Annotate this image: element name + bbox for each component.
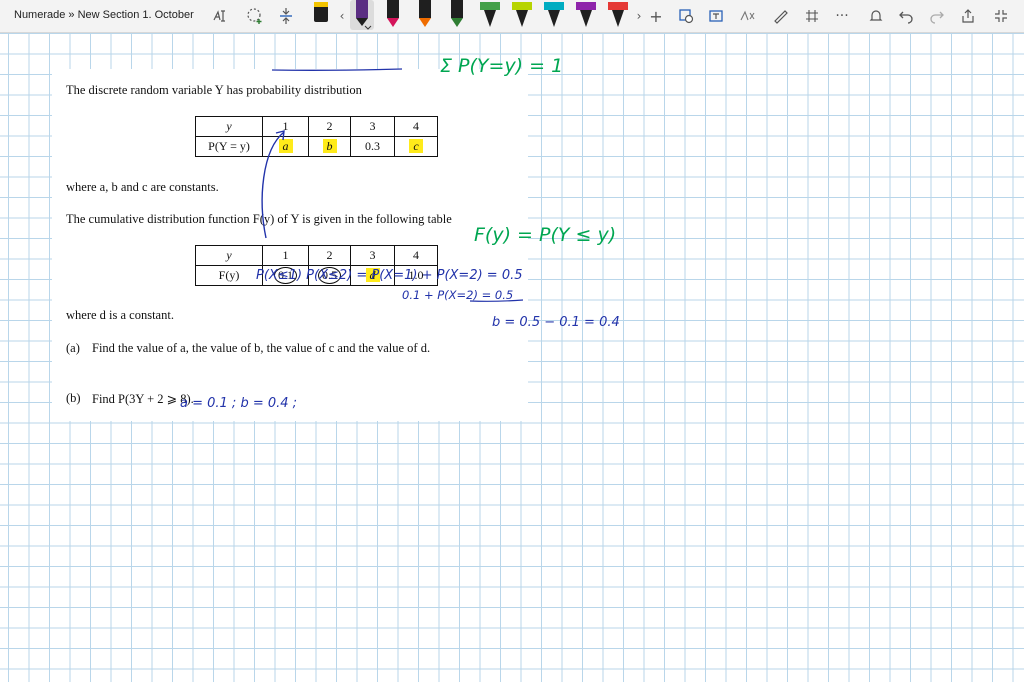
add-space-icon[interactable]: [276, 6, 296, 26]
part-a-label: (a): [66, 341, 80, 355]
cdf-intro: The cumulative distribution function F(y…: [66, 212, 452, 226]
table2-header-4: 4: [394, 245, 438, 266]
table1-header-y: y: [195, 116, 263, 137]
notification-bell-icon[interactable]: [866, 6, 886, 26]
table2-header-2: 2: [308, 245, 351, 266]
pen-green-icon[interactable]: [445, 0, 469, 30]
add-pen-icon[interactable]: +: [646, 6, 666, 26]
d-note: where d is a constant.: [66, 308, 174, 322]
lasso-select-icon[interactable]: [245, 6, 265, 26]
ribbon-toolbar: Numerade » New Section 1. October ‹ › +: [0, 0, 1024, 33]
replay-grid-icon[interactable]: [802, 6, 822, 26]
redo-icon[interactable]: [927, 6, 947, 26]
table2-value-4: 1.0: [394, 265, 438, 286]
share-icon[interactable]: [958, 6, 978, 26]
chevron-left-icon[interactable]: ‹: [332, 6, 352, 26]
table2-value-d: d: [365, 268, 380, 282]
pen-orange-icon[interactable]: [413, 0, 437, 30]
ruler-icon[interactable]: [770, 6, 790, 26]
notebook-grid-canvas[interactable]: The discrete random variable Y has proba…: [0, 33, 1024, 682]
table1-row-label: P(Y = y): [195, 136, 263, 157]
undo-icon[interactable]: [896, 6, 916, 26]
part-a-text: Find the value of a, the value of b, the…: [92, 341, 431, 355]
highlighter-red-icon[interactable]: [606, 0, 630, 30]
highlighter-green-icon[interactable]: [478, 0, 502, 30]
part-b-label: (b): [66, 391, 81, 405]
table1-header-2: 2: [308, 116, 351, 137]
table1-header-3: 3: [350, 116, 395, 137]
table1-value-c: c: [409, 139, 423, 153]
cdf-table: y 1 2 3 4 F(y) 0.1 0.5 d 1.0: [195, 245, 438, 286]
table1-value-b: b: [322, 139, 337, 153]
more-options-icon[interactable]: ···: [832, 6, 852, 26]
pen-purple-selected-icon[interactable]: [350, 0, 374, 30]
highlighter-cyan-icon[interactable]: [542, 0, 566, 30]
highlighter-lime-icon[interactable]: [510, 0, 534, 30]
probability-table: y 1 2 3 4 P(Y = y) a b 0.3 c: [195, 116, 438, 157]
lasso-text-select-icon[interactable]: [211, 6, 231, 26]
table2-value-2: 0.5: [318, 267, 341, 284]
pen-black-icon[interactable]: [309, 0, 333, 30]
table2-header-y: y: [195, 245, 263, 266]
table1-header-1: 1: [262, 116, 309, 137]
part-b-text: Find P(3Y + 2 ⩾ 8).: [92, 392, 194, 406]
breadcrumb[interactable]: Numerade » New Section 1. October: [14, 9, 194, 21]
ink-to-shape-icon[interactable]: [676, 6, 696, 26]
question-intro: The discrete random variable Y has proba…: [66, 83, 362, 97]
ink-to-math-icon[interactable]: [737, 6, 757, 26]
table2-header-1: 1: [262, 245, 309, 266]
table2-header-3: 3: [350, 245, 395, 266]
table1-header-4: 4: [394, 116, 438, 137]
constants-note: where a, b and c are constants.: [66, 180, 219, 194]
table1-value-a: a: [278, 139, 293, 153]
pen-pink-icon[interactable]: [381, 0, 405, 30]
highlighter-purple-icon[interactable]: [574, 0, 598, 30]
ink-to-text-icon[interactable]: [706, 6, 726, 26]
table2-value-1: 0.1: [274, 267, 297, 284]
table2-row-label: F(y): [195, 265, 263, 286]
full-screen-icon[interactable]: [991, 6, 1011, 26]
table1-value-3: 0.3: [350, 136, 395, 157]
question-image: The discrete random variable Y has proba…: [52, 69, 528, 421]
